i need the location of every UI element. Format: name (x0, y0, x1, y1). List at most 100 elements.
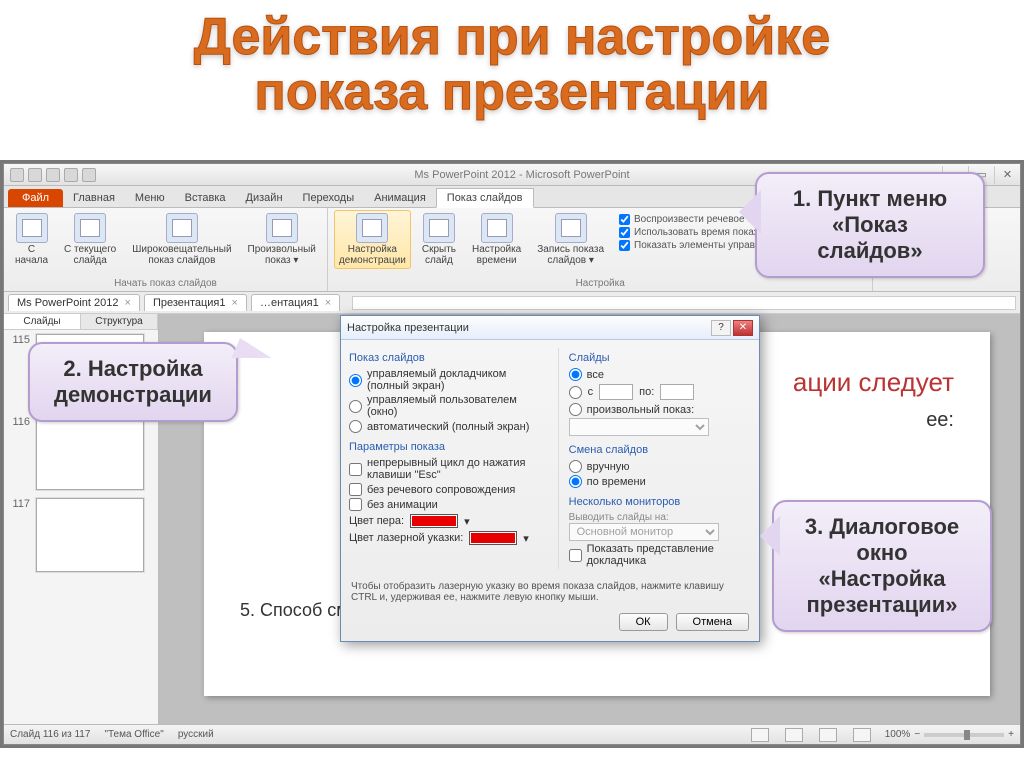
btn-rehearse[interactable]: Настройка времени (467, 210, 526, 269)
close-icon[interactable]: × (325, 297, 331, 309)
zoom-slider[interactable] (924, 733, 1004, 737)
page-title: Действия при настройке показа презентаци… (0, 0, 1024, 119)
qat-icon[interactable] (46, 168, 60, 182)
chk-no-animation[interactable]: без анимации (349, 498, 550, 511)
status-bar: Слайд 116 из 117 "Тема Office" русский 1… (4, 724, 1020, 744)
chevron-down-icon[interactable]: ▾ (523, 532, 529, 545)
radio-presenter[interactable]: управляемый докладчиком (полный экран) (349, 368, 550, 392)
group-options: Параметры показа (349, 441, 550, 453)
language: русский (178, 729, 214, 740)
close-button[interactable]: ✕ (994, 166, 1020, 184)
radio-kiosk[interactable]: автоматический (полный экран) (349, 420, 550, 433)
play-icon (16, 213, 48, 243)
laser-color-picker[interactable] (469, 531, 517, 545)
group-show-type: Показ слайдов (349, 352, 550, 364)
custom-show-select[interactable] (569, 418, 709, 436)
tab-file[interactable]: Файл (8, 189, 63, 207)
dialog-titlebar: Настройка презентации ? ✕ (341, 316, 759, 340)
group-setup: Настройка (334, 277, 867, 291)
setup-icon (356, 213, 388, 243)
setup-show-dialog: Настройка презентации ? ✕ Показ слайдов … (340, 315, 760, 642)
side-tab-slides[interactable]: Слайды (4, 314, 81, 329)
broadcast-icon (166, 213, 198, 243)
doc-tab[interactable]: …ентация1× (251, 294, 340, 311)
callout-3: 3. Диалоговое окно «Настройка презентаци… (772, 500, 992, 632)
custom-show-icon (266, 213, 298, 243)
radio-all-slides[interactable]: все (569, 368, 751, 381)
tab-animation[interactable]: Анимация (364, 189, 436, 207)
title-line2: показа презентации (0, 65, 1024, 120)
ok-button[interactable]: ОК (619, 613, 668, 631)
monitor-label: Выводить слайды на: (569, 512, 751, 523)
btn-from-beginning[interactable]: С начала (10, 210, 53, 269)
btn-broadcast[interactable]: Широковещательный показ слайдов (127, 210, 236, 269)
to-field[interactable] (660, 384, 694, 400)
tab-menu[interactable]: Меню (125, 189, 175, 207)
slide-number: 116 (8, 416, 30, 490)
slide-thumbnail[interactable] (36, 498, 144, 572)
laser-color-label: Цвет лазерной указки: (349, 532, 463, 544)
slide-thumbnail[interactable] (36, 416, 144, 490)
zoom-in-button[interactable]: + (1008, 729, 1014, 740)
group-monitors: Несколько мониторов (569, 496, 751, 508)
tab-home[interactable]: Главная (63, 189, 125, 207)
dialog-hint: Чтобы отобразить лазерную указку во врем… (341, 577, 759, 607)
radio-manual[interactable]: вручную (569, 460, 751, 473)
from-field[interactable] (599, 384, 633, 400)
qat-icon[interactable] (82, 168, 96, 182)
monitor-select[interactable]: Основной монитор (569, 523, 719, 541)
zoom-value: 100% (885, 729, 911, 740)
chk-presenter-view[interactable]: Показать представление докладчика (569, 543, 751, 567)
close-button[interactable]: ✕ (733, 320, 753, 336)
chk-no-narration[interactable]: без речевого сопровождения (349, 483, 550, 496)
btn-setup-show[interactable]: Настройка демонстрации (334, 210, 411, 269)
tab-design[interactable]: Дизайн (236, 189, 293, 207)
theme-name: "Тема Office" (104, 729, 163, 740)
pen-color-label: Цвет пера: (349, 515, 404, 527)
close-icon[interactable]: × (125, 297, 131, 309)
qat-icon[interactable] (10, 168, 24, 182)
close-icon[interactable]: × (232, 297, 238, 309)
cancel-button[interactable]: Отмена (676, 613, 749, 631)
document-tab-bar: Ms PowerPoint 2012× Презентация1× …ентац… (4, 292, 1020, 314)
view-normal-button[interactable] (751, 728, 769, 742)
play-current-icon (74, 213, 106, 243)
qat-icon[interactable] (64, 168, 78, 182)
radio-from[interactable] (569, 386, 582, 399)
tab-slideshow[interactable]: Показ слайдов (436, 188, 534, 208)
record-icon (555, 213, 587, 243)
hide-slide-icon (423, 213, 455, 243)
btn-hide-slide[interactable]: Скрыть слайд (417, 210, 461, 269)
tab-transitions[interactable]: Переходы (293, 189, 365, 207)
qat-icon[interactable] (28, 168, 42, 182)
doc-tab[interactable]: Презентация1× (144, 294, 247, 311)
view-reading-button[interactable] (819, 728, 837, 742)
slide-number: 115 (8, 334, 30, 408)
callout-2: 2. Настройка демонстрации (28, 342, 238, 422)
radio-timings[interactable]: по времени (569, 475, 751, 488)
tab-insert[interactable]: Вставка (175, 189, 236, 207)
quick-access-toolbar[interactable] (4, 168, 102, 182)
horizontal-ruler (352, 296, 1016, 310)
slide-counter: Слайд 116 из 117 (10, 729, 90, 740)
btn-from-current[interactable]: С текущего слайда (59, 210, 121, 269)
radio-browsed[interactable]: управляемый пользователем (окно) (349, 394, 550, 418)
group-advance: Смена слайдов (569, 444, 751, 456)
btn-record[interactable]: Запись показа слайдов ▾ (532, 210, 609, 269)
view-sorter-button[interactable] (785, 728, 803, 742)
clock-icon (481, 213, 513, 243)
chevron-down-icon[interactable]: ▾ (464, 515, 470, 528)
radio-custom-show[interactable]: произвольный показ: (569, 403, 751, 416)
side-tab-outline[interactable]: Структура (81, 314, 158, 329)
group-start: Начать показ слайдов (10, 277, 321, 291)
slide-number: 117 (8, 498, 30, 572)
callout-1: 1. Пункт меню «Показ слайдов» (755, 172, 985, 278)
zoom-out-button[interactable]: − (914, 729, 920, 740)
doc-tab[interactable]: Ms PowerPoint 2012× (8, 294, 140, 311)
group-slides: Слайды (569, 352, 751, 364)
pen-color-picker[interactable] (410, 514, 458, 528)
help-button[interactable]: ? (711, 320, 731, 336)
chk-loop[interactable]: непрерывный цикл до нажатия клавиши "Esc… (349, 457, 550, 481)
btn-custom-show[interactable]: Произвольный показ ▾ (243, 210, 321, 269)
view-slideshow-button[interactable] (853, 728, 871, 742)
